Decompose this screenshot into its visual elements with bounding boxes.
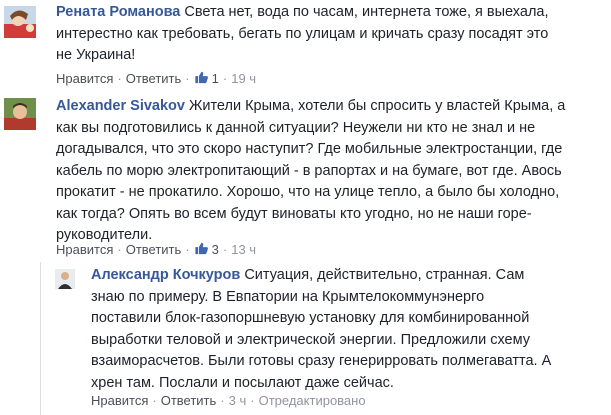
edited-label[interactable]: Отредактировано xyxy=(259,393,366,409)
thumbs-up-icon[interactable] xyxy=(194,70,212,88)
reply-link[interactable]: Ответить xyxy=(126,242,182,258)
comment-line: догадывался, что это скоро наступит? Где… xyxy=(56,141,563,157)
comment-line: знаю по примеру. В Евпатории на Крымтело… xyxy=(91,288,485,305)
comment-actions: Нравится · Ответить · 1 · 19 ч xyxy=(56,70,256,88)
comment-actions: Нравится · Ответить · 3 · 13 ч xyxy=(56,241,256,259)
separator-dot: · xyxy=(117,242,122,257)
timestamp[interactable]: 19 ч xyxy=(231,71,256,87)
like-link[interactable]: Нравится xyxy=(56,71,113,87)
separator-dot: · xyxy=(117,71,122,86)
thumbs-up-icon[interactable] xyxy=(194,241,212,259)
separator-dot: · xyxy=(185,242,190,257)
author-name[interactable]: Рената Романова xyxy=(56,4,180,20)
comment-text: Александр Кочкуров Ситуация, действительн… xyxy=(91,265,606,394)
separator-dot: · xyxy=(152,392,157,408)
comment-actions: Нравится · Ответить · 3 ч · Отредактировано xyxy=(91,392,366,409)
timestamp[interactable]: 3 ч xyxy=(229,393,247,409)
separator-dot: · xyxy=(222,71,228,86)
comment-line: поставили блок-газопоршневую установку д… xyxy=(91,310,530,326)
comment-line: как вы подготовились к данной ситуации? … xyxy=(56,119,536,136)
like-count[interactable]: 1 xyxy=(212,71,219,87)
comment-line: не Украина! xyxy=(56,47,136,63)
separator-dot: · xyxy=(185,71,190,86)
comment-line: Света нет, вода по часам, интернета тоже… xyxy=(184,4,549,20)
avatar[interactable] xyxy=(4,6,36,38)
separator-dot: · xyxy=(222,242,228,257)
reply-link[interactable]: Ответить xyxy=(161,393,217,409)
comment-line: как тогда? Опять во всем будут виноваты … xyxy=(56,205,532,222)
author-name[interactable]: Александр Кочкуров xyxy=(91,267,240,283)
comment-line: хрен там. Послали и посылают даже сейчас… xyxy=(91,374,394,391)
comment-2: Alexander Sivakov Жители Крыма, хотели бы… xyxy=(0,92,611,262)
author-name[interactable]: Alexander Sivakov xyxy=(56,98,185,114)
comment-line: прокатит - не прокатило. Хорошо, что на … xyxy=(56,184,560,200)
avatar[interactable] xyxy=(55,269,75,289)
comment-text: Рената Романова Света нет, вода по часам,… xyxy=(56,2,606,67)
reply-link[interactable]: Ответить xyxy=(126,71,182,87)
comment-line: взаиморасчетов. Были готовы сразу генери… xyxy=(91,353,552,369)
like-link[interactable]: Нравится xyxy=(91,393,148,409)
comment-line: кабель по морю электропитающий - в рапор… xyxy=(56,162,562,179)
comment-text: Alexander Sivakov Жители Крыма, хотели бы… xyxy=(56,96,606,247)
like-link[interactable]: Нравится xyxy=(56,242,113,258)
reply-comment: Александр Кочкуров Ситуация, действительн… xyxy=(0,262,611,415)
avatar[interactable] xyxy=(4,98,36,130)
timestamp[interactable]: 13 ч xyxy=(231,242,256,258)
comment-line: выработки теловой и электрической энерги… xyxy=(91,331,530,348)
comment-line: интерестно как требовать, бегать по улиц… xyxy=(56,25,549,42)
separator-dot: · xyxy=(250,392,255,408)
like-count[interactable]: 3 xyxy=(212,242,219,258)
separator-dot: · xyxy=(220,392,225,408)
comment-1: Рената Романова Света нет, вода по часам,… xyxy=(0,0,611,92)
comment-line: Ситуация, действительно, странная. Сам xyxy=(244,267,525,283)
comment-line: Жители Крыма, хотели бы спросить у власт… xyxy=(188,98,566,114)
